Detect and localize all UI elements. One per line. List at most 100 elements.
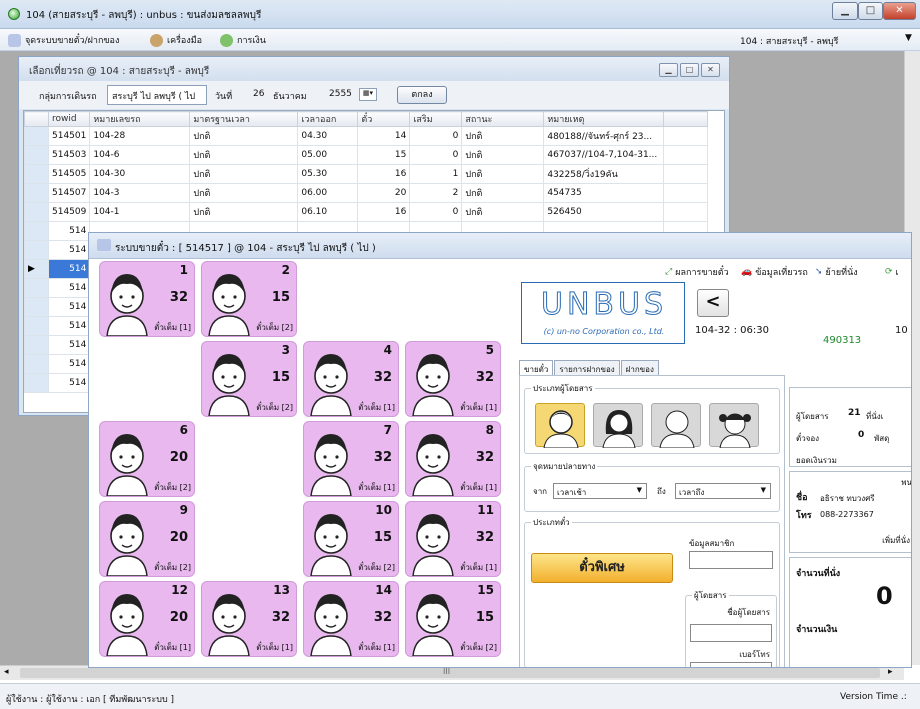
back-button[interactable]: <: [697, 289, 729, 317]
trip-window-title: เลือกเที่ยวรถ @ 104 : สายสระบุรี - ลพบุร…: [29, 66, 210, 77]
move-icon: ➘: [815, 267, 823, 277]
seat-button[interactable]: 7 32 ตั๋วเต็ม [1]: [303, 421, 399, 497]
seat-ticket-type: ตั๋วเต็ม [2]: [460, 643, 497, 652]
row-header[interactable]: [24, 354, 49, 374]
tab-parcel[interactable]: ฝากของ: [620, 360, 659, 376]
row-header[interactable]: [24, 202, 49, 222]
child-icon[interactable]: [709, 403, 759, 449]
row-header[interactable]: [24, 297, 49, 317]
table-cell: 514: [47, 335, 91, 355]
row-header[interactable]: ▶: [24, 259, 49, 279]
table-row[interactable]: 514509 104-1 ปกติ 06.10 16 0 ปกติ 526450: [24, 202, 709, 222]
row-header[interactable]: [24, 316, 49, 336]
seat-button[interactable]: 11 32 ตั๋วเต็ม [1]: [405, 501, 501, 577]
route-group-select[interactable]: สระบุรี ไป ลพบุรี ( ไป: [107, 85, 207, 105]
seat-button[interactable]: 4 32 ตั๋วเต็ม [1]: [303, 341, 399, 417]
row-header[interactable]: [24, 145, 49, 165]
table-row[interactable]: 514507 104-3 ปกติ 06.00 20 2 ปกติ 454735: [24, 183, 709, 203]
seat-button[interactable]: 2 15 ตั๋วเต็ม [2]: [201, 261, 297, 337]
table-cell: 514: [47, 240, 91, 260]
seat-number: 9: [179, 503, 188, 517]
row-header[interactable]: [24, 278, 49, 298]
table-cell: ปกติ: [461, 202, 545, 222]
seat-destination-count: 15: [475, 610, 494, 625]
table-cell: 514501: [47, 126, 91, 146]
chevron-down-icon[interactable]: ▼: [905, 33, 912, 43]
row-header[interactable]: [24, 335, 49, 355]
scroll-right-icon[interactable]: ▸: [888, 667, 893, 677]
member-input[interactable]: [689, 551, 773, 569]
title-bar: 104 (สายสระบุรี - ลพบุรี) : unbus : ขนส่…: [0, 0, 920, 29]
seat-destination-count: 32: [169, 290, 188, 305]
tab-parcel-list[interactable]: รายการฝากของ: [554, 360, 620, 376]
date-year[interactable]: 2555: [329, 89, 352, 99]
seat-button[interactable]: 13 32 ตั๋วเต็ม [1]: [201, 581, 297, 657]
special-ticket-button[interactable]: ตั๋วพิเศษ: [531, 553, 673, 583]
table-row[interactable]: 514505 104-30 ปกติ 05.30 16 1 ปกติ 432258/วิ่ง1…: [24, 164, 709, 184]
passenger-name-input[interactable]: [690, 624, 772, 642]
seat-button[interactable]: 9 20 ตั๋วเต็ม [2]: [99, 501, 195, 577]
table-cell: 514: [47, 221, 91, 241]
monk-icon[interactable]: [651, 403, 701, 449]
seat-destination-count: 32: [373, 450, 392, 465]
seat-button[interactable]: 6 20 ตั๋วเต็ม [2]: [99, 421, 195, 497]
maximize-button[interactable]: □: [858, 2, 883, 20]
table-cell: 16: [357, 202, 411, 222]
adult-male-icon[interactable]: [535, 403, 585, 449]
trip-time: 104-32 : 06:30: [695, 325, 769, 336]
menu-tools[interactable]: เครื่องมือ: [150, 33, 202, 47]
seat-button[interactable]: 3 15 ตั๋วเต็ม [2]: [201, 341, 297, 417]
table-cell: 2: [409, 183, 463, 203]
seat-ticket-type: ตั๋วเต็ม [1]: [358, 643, 395, 652]
trip-info-button[interactable]: 🚗 ข้อมูลเที่ยวรถ: [741, 265, 808, 279]
date-day[interactable]: 26: [253, 89, 264, 99]
adult-female-icon[interactable]: [593, 403, 643, 449]
menu-ticket-system[interactable]: จุดระบบขายตั๋ว/ฝากของ: [8, 33, 119, 47]
table-row[interactable]: 514501 104-28 ปกติ 04.30 14 0 ปกติ 480188//จันท…: [24, 126, 709, 146]
scroll-grip: III: [443, 667, 451, 676]
menu-finance[interactable]: การเงิน: [220, 33, 266, 47]
seat-button[interactable]: 15 15 ตั๋วเต็ม [2]: [405, 581, 501, 657]
seat-button[interactable]: 1 32 ตั๋วเต็ม [1]: [99, 261, 195, 337]
seat-number: 5: [485, 343, 494, 357]
table-cell: 467037//104-7,104-31...: [543, 145, 665, 165]
table-cell: 432258/วิ่ง19คัน: [543, 164, 665, 184]
table-row[interactable]: 514503 104-6 ปกติ 05.00 15 0 ปกติ 467037//104-7…: [24, 145, 709, 165]
trip-maximize-button[interactable]: □: [680, 63, 699, 77]
row-header[interactable]: [24, 164, 49, 184]
minimize-button[interactable]: ▁: [832, 2, 858, 20]
row-header[interactable]: [24, 373, 49, 393]
tab-sell-ticket[interactable]: ขายตั๋ว: [519, 360, 554, 376]
add-seat-button[interactable]: เพิ่มที่นั่ง: [882, 534, 910, 547]
seat-ticket-type: ตั๋วเต็ม [1]: [358, 483, 395, 492]
seat-destination-count: 20: [169, 450, 188, 465]
seat-button[interactable]: 12 20 ตั๋วเต็ม [1]: [99, 581, 195, 657]
seat-button[interactable]: 10 15 ตั๋วเต็ม [2]: [303, 501, 399, 577]
more-button[interactable]: ⟳ เ: [885, 265, 899, 279]
phone-input[interactable]: [690, 662, 772, 667]
trip-minimize-button[interactable]: ▁: [659, 63, 678, 77]
ok-button[interactable]: ตกลง: [397, 86, 447, 104]
from-select[interactable]: เวลาเช้า ▼: [553, 483, 647, 499]
row-header[interactable]: [24, 183, 49, 203]
to-select[interactable]: เวลาถึง ▼: [675, 483, 771, 499]
scroll-left-icon[interactable]: ◂: [4, 667, 9, 677]
destination-group: จุดหมายปลายทาง จาก เวลาเช้า ▼ ถึง เวลาถึง…: [524, 460, 780, 512]
seat-ticket-type: ตั๋วเต็ม [1]: [460, 483, 497, 492]
row-header[interactable]: [24, 126, 49, 146]
seat-button[interactable]: 5 32 ตั๋วเต็ม [1]: [405, 341, 501, 417]
date-month[interactable]: ธันวาคม: [273, 89, 307, 103]
trip-close-button[interactable]: ✕: [701, 63, 720, 77]
close-button[interactable]: ✕: [883, 2, 916, 20]
row-header[interactable]: [24, 240, 49, 260]
move-seat-button[interactable]: ➘ ย้ายที่นั่ง: [815, 265, 858, 279]
seat-button[interactable]: 14 32 ตั๋วเต็ม [1]: [303, 581, 399, 657]
seat-destination-count: 20: [169, 610, 188, 625]
table-cell: ปกติ: [461, 126, 545, 146]
sales-result-button[interactable]: ⤢ ผลการขายตั๋ว: [665, 265, 729, 279]
trip-info-panel: ผู้โดยสาร 21 ที่นั่งเ ตั๋วจอง 0 พัสดุ ยอ…: [789, 387, 911, 667]
row-header[interactable]: [24, 221, 49, 241]
seat-button[interactable]: 8 32 ตั๋วเต็ม [1]: [405, 421, 501, 497]
calendar-icon[interactable]: ▦▾: [359, 88, 377, 101]
seat-ticket-type: ตั๋วเต็ม [1]: [154, 643, 191, 652]
